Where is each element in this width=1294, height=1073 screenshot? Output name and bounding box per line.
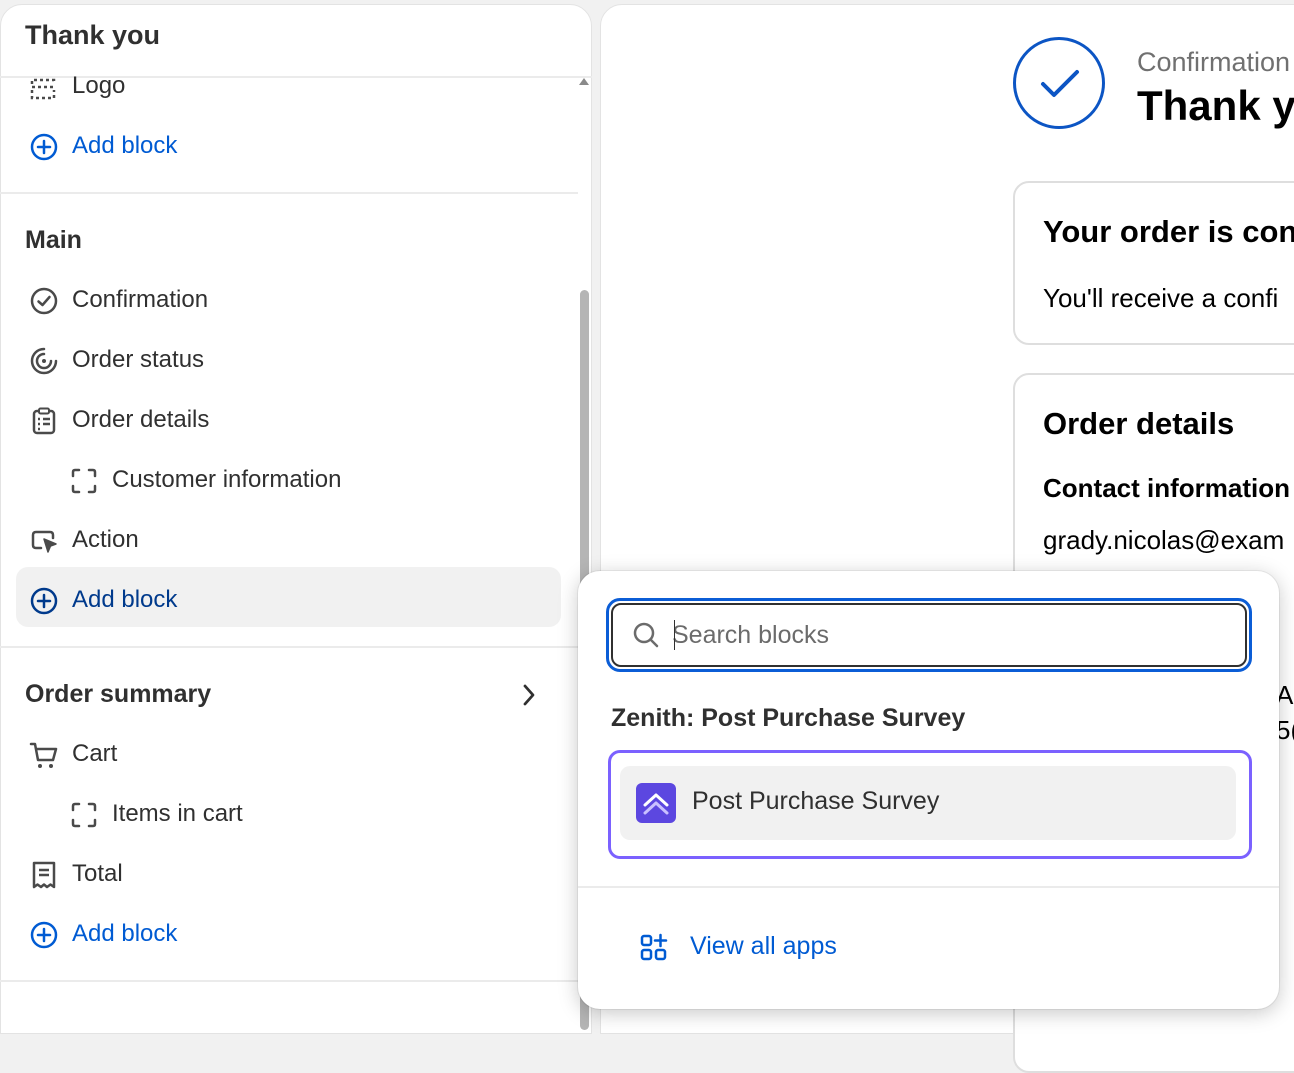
sidebar-item-label: Confirmation [72, 286, 209, 313]
check-circle-icon [30, 287, 58, 315]
apps-add-icon [640, 933, 668, 961]
chevron-right-icon [523, 684, 535, 706]
search-icon [633, 622, 659, 648]
app-group-title: Zenith: Post Purchase Survey [611, 704, 966, 732]
card-heading: Order details [1043, 406, 1235, 441]
cursor-click-icon [31, 530, 57, 553]
divider [578, 886, 1279, 888]
confirmation-label: Confirmation [1137, 47, 1291, 77]
sidebar-item-label: Customer information [112, 466, 342, 493]
order-status-icon [30, 347, 58, 375]
text-caret [674, 620, 675, 650]
receipt-icon [32, 861, 56, 889]
plus-circle-icon [30, 133, 58, 161]
add-block-label: Add block [72, 586, 178, 613]
plus-circle-icon [30, 921, 58, 949]
card-heading: Your order is conf [1043, 214, 1294, 249]
section-title-order-summary: Order summary [25, 680, 212, 708]
thank-you-heading: Thank yo [1137, 82, 1294, 129]
divider [0, 646, 578, 648]
sidebar-item-label: Order status [72, 346, 205, 373]
app-logo-icon [636, 783, 676, 823]
order-confirmed-card [1013, 181, 1294, 345]
clipboard-icon [32, 407, 56, 435]
add-block-label: Add block [72, 920, 178, 947]
contact-email: grady.nicolas@exam [1043, 525, 1285, 555]
add-block-label: Add block [72, 132, 178, 159]
confirmation-check-icon [1013, 37, 1105, 129]
option-label: Post Purchase Survey [692, 787, 940, 815]
sidebar-item-label: Total [72, 860, 123, 887]
sidebar-item-label: Items in cart [112, 800, 243, 827]
panel-title: Thank you [25, 20, 161, 50]
view-all-apps-label: View all apps [690, 932, 837, 960]
divider [0, 980, 578, 982]
contact-information-label: Contact information [1043, 473, 1290, 503]
placeholder-block-icon [71, 468, 97, 494]
scroll-up-arrow[interactable] [579, 78, 589, 85]
card-text: You'll receive a confi [1043, 283, 1279, 313]
plus-circle-icon [30, 587, 58, 615]
search-blocks-input[interactable] [672, 615, 1232, 655]
sidebar-item-label: Order details [72, 406, 210, 433]
divider [0, 192, 578, 194]
sidebar-item-label: Logo [72, 72, 126, 99]
placeholder-block-icon [71, 802, 97, 828]
section-title-main: Main [25, 226, 82, 254]
sidebar-item-label: Action [72, 526, 139, 553]
sidebar-item-label: Cart [72, 740, 118, 767]
cart-icon [29, 742, 58, 768]
logo-placeholder-icon [30, 78, 56, 100]
